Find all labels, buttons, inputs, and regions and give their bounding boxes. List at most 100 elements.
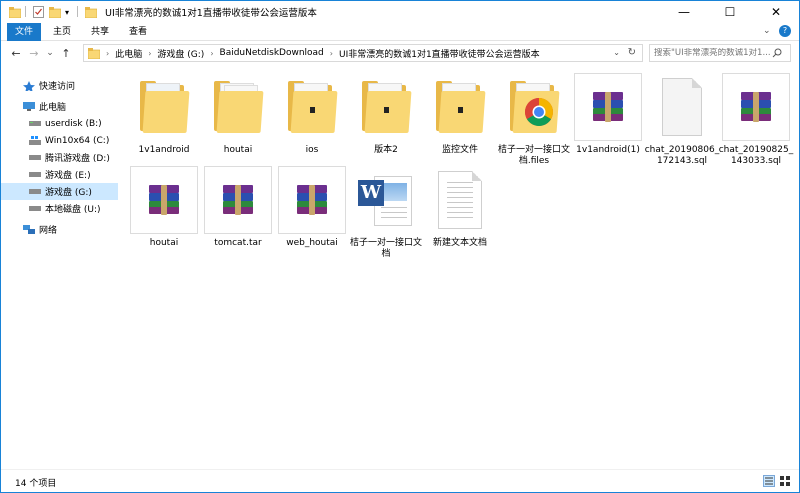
sidebar-item-label: Win10x64 (C:) (45, 135, 110, 146)
title-folder-icon-wrap (85, 5, 97, 19)
sidebar-item-label: 此电脑 (39, 103, 67, 113)
forward-button[interactable]: → (27, 45, 41, 61)
file-name: chat_20190806_172143.sql (644, 145, 720, 166)
tab-share[interactable]: 共享 (85, 23, 115, 41)
title-bar: ▾ UI非常漂亮的数诚1对1直播带收徒带公会运营版本 — ☐ ✕ (1, 1, 799, 23)
address-dropdown-icon[interactable]: ⌄ (613, 48, 620, 57)
folder-icon (130, 73, 198, 141)
divider (25, 6, 26, 17)
folder-icon (278, 73, 346, 141)
new-folder-icon (49, 6, 61, 18)
status-bar: 14 个项目 (1, 469, 799, 492)
chevron-right-icon: › (106, 48, 110, 58)
maximize-button[interactable]: ☐ (707, 1, 753, 23)
folder-icon (204, 73, 272, 141)
file-name: 桔子一对一接口文档.files (497, 145, 570, 166)
sidebar-item-drive-u[interactable]: 本地磁盘 (U:) (1, 200, 118, 217)
properties-button[interactable] (33, 5, 44, 19)
rar-archive-icon (130, 166, 198, 234)
sidebar-item-label: 腾讯游戏盘 (D:) (45, 154, 110, 164)
details-view-icon (765, 477, 773, 485)
refresh-button[interactable]: ↻ (628, 47, 636, 58)
chevron-right-icon: › (210, 48, 214, 58)
text-file-icon (426, 166, 494, 234)
folder-icon (426, 73, 494, 141)
checkmark-doc-icon (33, 6, 44, 18)
details-view-button[interactable] (763, 475, 775, 487)
recent-locations-button[interactable]: ⌄ (43, 45, 57, 61)
up-button[interactable]: ↑ (59, 45, 73, 61)
sidebar-item-userdisk[interactable]: userdisk (B:) (1, 115, 118, 132)
sidebar-item-drive-d[interactable]: 腾讯游戏盘 (D:) (1, 149, 118, 166)
breadcrumb-baidunetdisk[interactable]: BaiduNetdiskDownload (220, 48, 324, 58)
chrome-icon (525, 98, 553, 126)
navigation-bar: ← → ⌄ ↑ › 此电脑 › 游戏盘 (G:) › BaiduNetdiskD… (1, 41, 799, 65)
navigation-pane: 快速访问 此电脑 userdisk (B:) Win10x64 (C:) 腾讯游… (1, 65, 118, 469)
explorer-window: ▾ UI非常漂亮的数诚1对1直播带收徒带公会运营版本 — ☐ ✕ 文件 主页 共… (0, 0, 800, 493)
folder-small-icon (9, 6, 21, 18)
windows-drive-icon (29, 135, 41, 145)
rar-archive-icon (204, 166, 272, 234)
dropdown-arrow-icon: ▾ (65, 7, 70, 17)
rar-archive-icon (278, 166, 346, 234)
drive-icon (29, 171, 41, 177)
sidebar-item-label: 游戏盘 (E:) (45, 171, 91, 181)
ribbon-expand-icon[interactable]: ⌄ (763, 26, 771, 36)
breadcrumb-this-pc[interactable]: 此电脑 (115, 47, 142, 60)
file-name: houtai (149, 238, 179, 248)
close-button[interactable]: ✕ (753, 1, 799, 23)
breadcrumb-drive-g[interactable]: 游戏盘 (G:) (157, 47, 204, 60)
drive-icon (29, 154, 41, 160)
blank-file-icon (648, 73, 716, 141)
rar-archive-icon (574, 73, 642, 141)
tab-view[interactable]: 查看 (123, 23, 153, 41)
rar-archive-icon (722, 73, 790, 141)
minimize-button[interactable]: — (661, 1, 707, 23)
computer-icon (23, 101, 35, 111)
file-name: 新建文本文档 (432, 238, 487, 248)
large-icons-view-icon (780, 476, 790, 486)
drive-icon (29, 120, 41, 126)
sidebar-item-label: 网络 (39, 226, 58, 236)
file-name: 1v1android (138, 145, 190, 155)
folder-small-icon (88, 47, 100, 59)
divider (77, 6, 78, 17)
search-box[interactable] (649, 44, 791, 62)
search-icon (772, 48, 782, 58)
star-icon (23, 80, 35, 91)
sidebar-item-drive-e[interactable]: 游戏盘 (E:) (1, 166, 118, 183)
breadcrumb-current-folder[interactable]: UI非常漂亮的数诚1对1直播带收徒带公会运营版本 (339, 47, 540, 60)
sidebar-item-label: userdisk (B:) (45, 118, 102, 129)
quick-access-toolbar (9, 5, 21, 19)
folder-small-icon (85, 6, 97, 18)
tab-home[interactable]: 主页 (47, 23, 77, 41)
tab-file[interactable]: 文件 (7, 23, 41, 41)
word-logo-icon: W (358, 180, 384, 206)
new-folder-button[interactable] (49, 5, 61, 19)
sidebar-item-win10x64[interactable]: Win10x64 (C:) (1, 132, 118, 149)
file-name: 监控文件 (441, 145, 478, 155)
folder-icon (352, 73, 420, 141)
sidebar-item-drive-g[interactable]: 游戏盘 (G:) (1, 183, 118, 200)
large-icons-view-button[interactable] (779, 475, 791, 487)
search-input[interactable] (654, 48, 772, 58)
drive-icon (29, 205, 41, 211)
word-document-icon: W (352, 166, 420, 234)
file-name: houtai (223, 145, 253, 155)
customize-toolbar-button[interactable]: ▾ (65, 5, 69, 19)
folder-chrome-icon (500, 73, 568, 141)
item-count: 14 个项目 (15, 479, 57, 489)
file-name: ios (305, 145, 319, 155)
file-list: 1v1android houtai ios 版本2 监控文件 桔子一对一接口文档… (118, 65, 799, 469)
sidebar-item-label: 游戏盘 (G:) (45, 188, 92, 198)
file-name: 桔子一对一接口文档 (349, 238, 422, 259)
file-name: 1v1android(1) (576, 145, 640, 155)
help-icon[interactable]: ? (779, 25, 791, 37)
sidebar-item-network[interactable]: 网络 (1, 221, 118, 238)
address-bar[interactable]: › 此电脑 › 游戏盘 (G:) › BaiduNetdiskDownload … (83, 44, 643, 62)
network-icon (23, 224, 35, 234)
sidebar-item-this-pc[interactable]: 此电脑 (1, 98, 118, 115)
chevron-right-icon: › (329, 48, 333, 58)
back-button[interactable]: ← (9, 45, 23, 61)
sidebar-item-quick-access[interactable]: 快速访问 (1, 77, 118, 94)
